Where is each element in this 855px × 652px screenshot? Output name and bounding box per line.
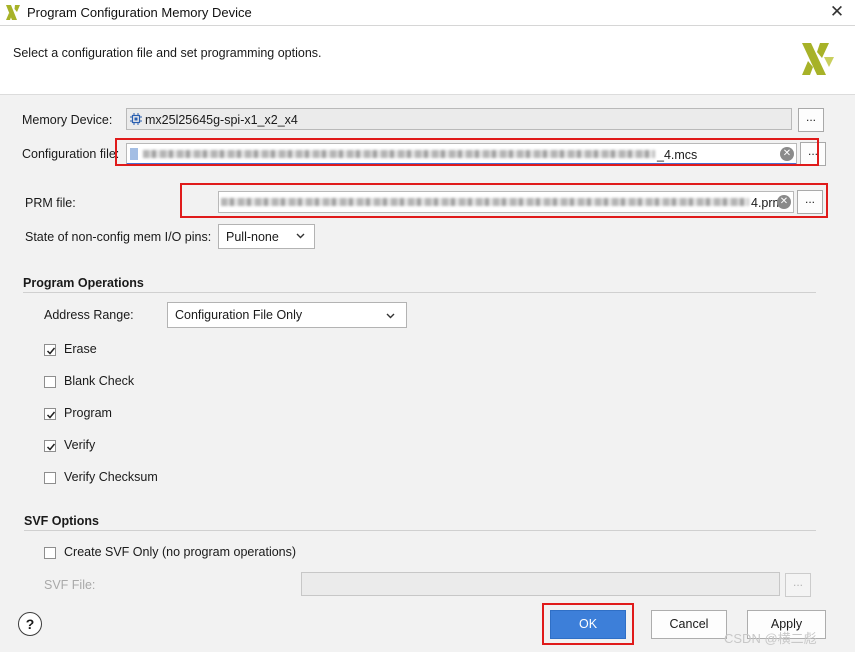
window-title: Program Configuration Memory Device [27, 5, 252, 20]
prm-file-label: PRM file: [25, 196, 76, 210]
help-button[interactable]: ? [18, 612, 42, 636]
config-file-input[interactable]: _4.mcs ✕ [126, 143, 797, 165]
close-button[interactable]: ✕ [826, 1, 848, 23]
create-svf-checkbox[interactable] [44, 547, 56, 559]
memory-device-field: mx25l25645g-spi-x1_x2_x4 [126, 108, 792, 130]
verify-checkbox[interactable] [44, 440, 56, 452]
address-range-label: Address Range: [44, 308, 134, 322]
header-banner [0, 26, 855, 95]
io-pins-label: State of non-config mem I/O pins: [25, 230, 212, 244]
vivado-brand-logo-icon [802, 43, 834, 75]
program-checkbox[interactable] [44, 408, 56, 420]
memory-device-value: mx25l25645g-spi-x1_x2_x4 [145, 113, 298, 127]
address-range-selected: Configuration File Only [175, 308, 303, 322]
checkmark-icon [46, 411, 56, 419]
prm-file-browse-button[interactable]: ... [797, 190, 823, 214]
chevron-down-icon [386, 313, 395, 319]
chip-icon [130, 113, 142, 125]
memory-device-browse-button[interactable]: ... [798, 108, 824, 132]
config-file-label: Configuration file: [22, 147, 120, 161]
create-svf-label[interactable]: Create SVF Only (no program operations) [64, 545, 296, 559]
ok-button[interactable]: OK [550, 610, 626, 639]
config-file-value-suffix: _4.mcs [657, 148, 698, 162]
address-range-dropdown[interactable]: Configuration File Only [167, 302, 407, 328]
instruction-text: Select a configuration file and set prog… [13, 46, 322, 60]
config-file-browse-button[interactable]: ... [800, 142, 826, 166]
checkmark-icon [46, 347, 56, 355]
csdn-watermark: CSDN @横二彪 [724, 631, 817, 646]
svf-options-divider [24, 530, 816, 531]
erase-label[interactable]: Erase [64, 342, 97, 356]
program-label[interactable]: Program [64, 406, 112, 420]
config-file-blurred-path [143, 150, 655, 158]
cancel-button[interactable]: Cancel [651, 610, 727, 639]
erase-checkbox[interactable] [44, 344, 56, 356]
blank-check-label[interactable]: Blank Check [64, 374, 134, 388]
file-icon [130, 148, 138, 160]
verify-label[interactable]: Verify [64, 438, 95, 452]
prm-file-blurred-path [221, 198, 749, 206]
io-pins-selected: Pull-none [226, 230, 279, 244]
svf-file-input [301, 572, 780, 596]
verify-checksum-label[interactable]: Verify Checksum [64, 470, 158, 484]
svf-file-browse-button: ... [785, 573, 811, 597]
memory-device-label: Memory Device: [22, 113, 113, 127]
prm-file-input[interactable]: 4.prm ✕ [218, 191, 794, 213]
checkmark-icon [46, 443, 56, 451]
svf-options-title: SVF Options [24, 514, 99, 528]
config-file-clear-icon[interactable]: ✕ [780, 147, 794, 161]
verify-checksum-checkbox[interactable] [44, 472, 56, 484]
prm-file-clear-icon[interactable]: ✕ [777, 195, 791, 209]
blank-check-checkbox[interactable] [44, 376, 56, 388]
program-operations-divider [23, 292, 816, 293]
chevron-down-icon [296, 233, 305, 239]
program-operations-title: Program Operations [23, 276, 144, 290]
vivado-logo-icon [6, 5, 20, 20]
io-pins-dropdown[interactable]: Pull-none [218, 224, 315, 249]
svf-file-label: SVF File: [44, 578, 96, 592]
